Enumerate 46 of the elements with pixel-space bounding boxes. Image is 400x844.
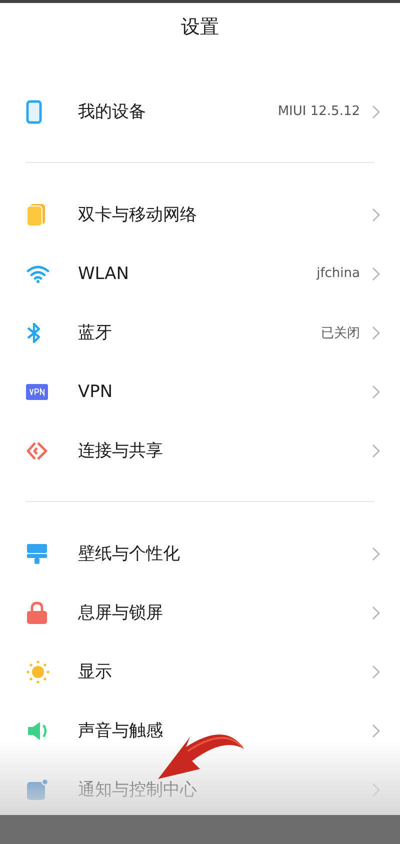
settings-item[interactable]: 我的设备 MIUI 12.5.12 [0, 82, 400, 141]
padlock-icon [26, 600, 48, 624]
bluetooth-icon [26, 320, 42, 344]
item-label: 壁纸与个性化 [78, 543, 181, 565]
chevron-icon [372, 326, 380, 340]
item-label: 蓝牙 [78, 322, 113, 344]
settings-item[interactable]: 声音与触感 [0, 701, 400, 760]
item-label: 显示 [78, 661, 113, 683]
sun-icon [26, 660, 50, 684]
item-label: 息屏与锁屏 [78, 602, 164, 624]
chevron-icon [372, 546, 380, 560]
connection-icon [26, 440, 50, 462]
item-label: 通知与控制中心 [78, 779, 198, 801]
settings-item[interactable]: 双卡与移动网络 [0, 185, 400, 244]
paintbrush-icon [26, 542, 48, 564]
item-value: MIUI 12.5.12 [278, 104, 360, 119]
settings-item[interactable]: 息屏与锁屏 [0, 583, 400, 642]
chevron-icon [372, 384, 380, 398]
settings-item[interactable]: VPN [0, 362, 400, 421]
item-value: jfchina [316, 266, 360, 281]
item-value: 已关闭 [321, 324, 360, 342]
chevron-icon [372, 782, 380, 796]
phone-icon [26, 100, 42, 124]
wifi-icon [26, 264, 50, 282]
settings-item[interactable]: 连接与共享 [0, 421, 400, 480]
settings-item[interactable]: 显示 [0, 642, 400, 701]
item-label: 声音与触感 [78, 720, 164, 742]
chevron-icon [372, 724, 380, 738]
item-label: 连接与共享 [78, 440, 164, 462]
chevron-icon [372, 606, 380, 620]
item-label: VPN [78, 382, 114, 402]
vpn-icon [26, 384, 48, 400]
item-label: WLAN [78, 264, 130, 284]
item-label: 双卡与移动网络 [78, 204, 198, 226]
chevron-icon [372, 266, 380, 280]
settings-item[interactable]: 壁纸与个性化 [0, 524, 400, 583]
page-title: 设置 [181, 14, 219, 40]
sim-card-icon [26, 204, 46, 226]
notification-icon [26, 778, 48, 800]
chevron-icon [372, 104, 380, 118]
chevron-icon [372, 664, 380, 678]
settings-item[interactable]: WLAN jfchina [0, 244, 400, 303]
chevron-icon [372, 444, 380, 458]
settings-item[interactable]: 蓝牙 已关闭 [0, 303, 400, 362]
chevron-icon [372, 208, 380, 222]
item-label: 我的设备 [78, 101, 147, 123]
